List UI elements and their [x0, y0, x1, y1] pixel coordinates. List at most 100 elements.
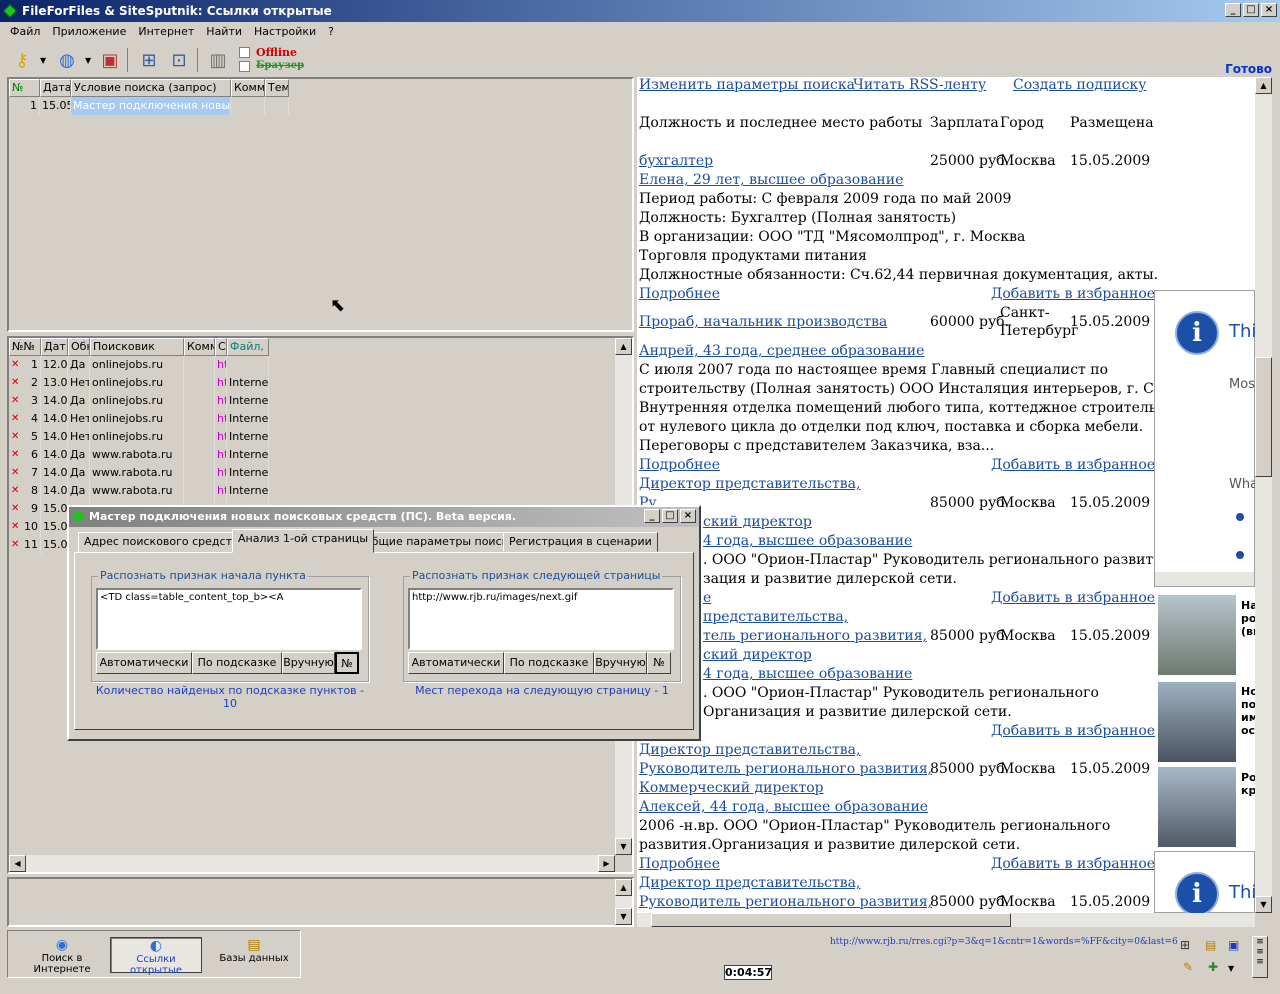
helicopter-thumbnail[interactable]: [1158, 595, 1236, 675]
scroll-left-icon[interactable]: ◀: [9, 855, 26, 872]
grid-header[interactable]: Тем: [265, 79, 289, 97]
browser-vscrollbar[interactable]: ▲ ▼: [1255, 77, 1272, 913]
grid-header[interactable]: Комм: [231, 79, 265, 97]
delete-x-icon[interactable]: ✕: [11, 392, 19, 410]
databases-button[interactable]: ▤ Базы данных: [212, 937, 296, 973]
more-link[interactable]: е: [703, 590, 711, 606]
minimize-button[interactable]: _: [1225, 3, 1241, 17]
scroll-down-icon[interactable]: ▼: [615, 838, 632, 855]
job-title-link[interactable]: Руководитель регионального развития,: [639, 894, 932, 910]
table-row[interactable]: 7✕14.0Даwww.rabota.ru htInternet: [9, 464, 632, 482]
tab-search-address[interactable]: Адрес поискового средства: [78, 532, 252, 552]
menu-find[interactable]: Найти: [200, 25, 248, 38]
note-icon[interactable]: ✎: [1183, 960, 1193, 974]
candidate-link[interactable]: 4 года, высшее образование: [703, 666, 912, 682]
maximize-button[interactable]: □: [1243, 3, 1259, 17]
job-title-link[interactable]: Директор представительства,: [639, 476, 860, 492]
grid-header[interactable]: №: [9, 79, 40, 97]
submarine-thumbnail[interactable]: [1158, 682, 1236, 762]
delete-x-icon[interactable]: ✕: [11, 410, 19, 428]
folder-icon[interactable]: ▤: [1205, 938, 1216, 952]
dropdown-arrow-icon[interactable]: ▼: [1228, 964, 1234, 973]
ad-box[interactable]: i This: [1154, 851, 1255, 913]
scroll-down-icon[interactable]: ▼: [1255, 896, 1272, 913]
tab-general-params[interactable]: Общие параметры поиска: [357, 532, 522, 552]
more-link[interactable]: Подробнее: [639, 286, 720, 302]
delete-x-icon[interactable]: ✕: [11, 464, 19, 482]
manual-button[interactable]: Вручную: [594, 652, 647, 674]
resize-grip-icon[interactable]: ≡ ≡ ≡: [1252, 936, 1268, 978]
item-start-input[interactable]: <TD class=table_content_top_b><A: [96, 588, 362, 650]
add-favorite-link[interactable]: Добавить в избранное: [991, 286, 1155, 302]
grid-header[interactable]: Файл, в: [227, 338, 269, 356]
menu-internet[interactable]: Интернет: [132, 25, 200, 38]
dialog-close-button[interactable]: ×: [680, 509, 696, 523]
table-row[interactable]: 8✕14.0Даwww.rabota.ru htInternet: [9, 482, 632, 500]
menu-file[interactable]: Файл: [4, 25, 46, 38]
job-title-link[interactable]: Коммерческий директор: [639, 780, 824, 796]
close-button[interactable]: ×: [1261, 3, 1277, 17]
network-icon[interactable]: ⊞: [1180, 938, 1190, 952]
table-row[interactable]: 5✕14.0Нетonlinejobs.ru htInternet: [9, 428, 632, 446]
auto-button[interactable]: Автоматически: [96, 652, 192, 674]
tab-first-page-analysis[interactable]: Анализ 1-ой страницы: [232, 529, 375, 553]
menu-settings[interactable]: Настройки: [248, 25, 322, 38]
grid-header[interactable]: Комм: [184, 338, 215, 356]
dialog-maximize-button[interactable]: □: [662, 509, 678, 523]
table-row[interactable]: 4✕14.0Нетonlinejobs.ru htInternet: [9, 410, 632, 428]
delete-x-icon[interactable]: ✕: [11, 356, 19, 374]
menu-application[interactable]: Приложение: [46, 25, 132, 38]
add-favorite-link[interactable]: Добавить в избранное: [991, 723, 1155, 739]
browser-hscrollbar[interactable]: [637, 913, 1255, 927]
delete-x-icon[interactable]: ✕: [11, 374, 19, 392]
job-title-link[interactable]: Директор представительства,: [639, 742, 860, 758]
grid-header[interactable]: Условие поиска (запрос): [71, 79, 231, 97]
scroll-up-icon[interactable]: ▲: [615, 338, 632, 355]
delete-x-icon[interactable]: ✕: [11, 518, 19, 536]
internet-search-button[interactable]: ◉ Поиск в Интернете: [20, 937, 104, 975]
change-search-link[interactable]: Изменить параметры поиска: [639, 77, 855, 93]
browser-checkbox[interactable]: [239, 61, 250, 72]
ad-hscrollbar[interactable]: [1155, 572, 1254, 586]
zoom-page-icon[interactable]: ⊞: [137, 48, 161, 72]
number-button[interactable]: №: [335, 652, 359, 674]
globe-icon[interactable]: ◍: [55, 48, 79, 72]
add-favorite-link[interactable]: Добавить в избранное: [991, 856, 1155, 872]
scroll-thumb[interactable]: [1255, 357, 1272, 477]
open-links-button[interactable]: ◐ Ссылки открытые: [110, 937, 202, 976]
trash-icon[interactable]: ▥: [206, 48, 230, 72]
auto-button[interactable]: Автоматически: [408, 652, 504, 674]
grid-header[interactable]: С: [215, 338, 227, 356]
scroll-right-icon[interactable]: ▶: [598, 855, 615, 872]
table-row[interactable]: 6✕14.0Даwww.rabota.ru htInternet: [9, 446, 632, 464]
more-link[interactable]: Подробнее: [639, 856, 720, 872]
job-title-link[interactable]: Руководитель регионального развития,: [639, 761, 932, 777]
job-title-link[interactable]: ский директор: [703, 514, 812, 530]
grid-header[interactable]: Дата: [40, 79, 71, 97]
grid-header[interactable]: Дат: [41, 338, 68, 356]
delete-x-icon[interactable]: ✕: [11, 482, 19, 500]
number-button[interactable]: №: [647, 652, 671, 674]
next-page-input[interactable]: http://www.rjb.ru/images/next.gif: [408, 588, 674, 650]
tab-scenario-registration[interactable]: Регистрация в сценарии: [503, 532, 658, 552]
job-title-link[interactable]: ский директор: [703, 647, 812, 663]
log-vscrollbar[interactable]: ▲ ▼: [615, 879, 632, 925]
scroll-thumb[interactable]: [651, 913, 1011, 927]
dropdown-arrow-icon[interactable]: ▼: [40, 56, 46, 65]
menu-help[interactable]: ?: [322, 25, 340, 38]
zoom-window-icon[interactable]: ⊡: [167, 48, 191, 72]
grid-header[interactable]: Поисковик: [90, 338, 184, 356]
delete-x-icon[interactable]: ✕: [11, 428, 19, 446]
add-favorite-link[interactable]: Добавить в избранное: [991, 590, 1155, 606]
job-title-link[interactable]: бухгалтер: [639, 153, 713, 169]
document-icon[interactable]: ▣: [1228, 938, 1239, 952]
add-favorite-link[interactable]: Добавить в избранное: [991, 457, 1155, 473]
key-icon[interactable]: ⚷: [10, 48, 34, 72]
hint-button[interactable]: По подсказке: [192, 652, 282, 674]
scroll-up-icon[interactable]: ▲: [1255, 77, 1272, 94]
candidate-link[interactable]: Алексей, 44 года, высшее образование: [639, 799, 928, 815]
warship-thumbnail[interactable]: [1158, 767, 1236, 847]
table-row[interactable]: 1✕12.0Даonlinejobs.ru ht: [9, 356, 632, 374]
rss-link[interactable]: Читать RSS-ленту: [853, 77, 986, 93]
grid-header[interactable]: №№: [9, 338, 41, 356]
